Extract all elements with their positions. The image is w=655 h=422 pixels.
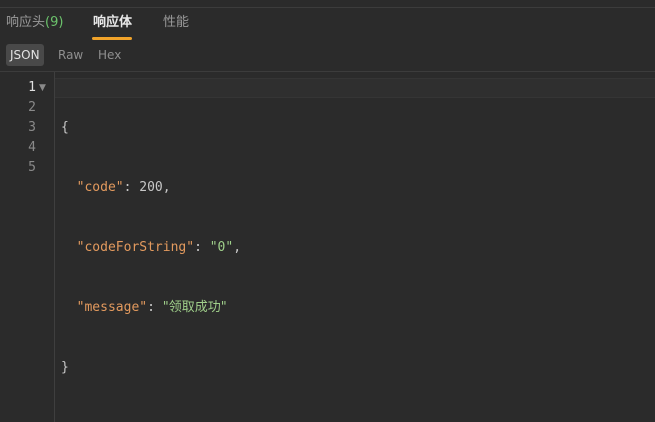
json-close-brace: }: [61, 360, 69, 375]
json-string-value: "0": [209, 240, 234, 255]
line-number-gutter: 1 ▼ 2 3 4 5: [0, 72, 55, 422]
header-count-badge: (9): [45, 15, 64, 30]
tab-response-body-label: 响应体: [93, 15, 133, 30]
json-string-value: "领取成功": [162, 300, 227, 315]
format-raw-button[interactable]: Raw: [58, 44, 83, 66]
json-key: "message": [76, 300, 148, 315]
format-hex-button[interactable]: Hex: [98, 44, 121, 66]
response-tabs: 响应头(9) 响应体 性能: [0, 8, 655, 40]
code-line: "code": 200,: [61, 178, 241, 198]
tab-performance-label: 性能: [163, 15, 190, 30]
tab-performance[interactable]: 性能: [163, 15, 189, 31]
line-number: 1: [28, 80, 36, 95]
json-colon: :: [123, 180, 140, 195]
format-switcher: JSON Raw Hex: [0, 44, 655, 66]
line-number: 2: [28, 100, 36, 115]
json-comma: ,: [233, 240, 242, 255]
line-number: 5: [28, 160, 36, 175]
code-content[interactable]: { "code": 200, "codeForString": "0", "me…: [61, 78, 241, 418]
json-number-value: 200: [139, 180, 163, 195]
json-colon: :: [147, 300, 163, 315]
tab-response-headers-label: 响应头: [6, 15, 46, 30]
response-panel: 响应头(9) 响应体 性能 JSON Raw Hex 1 ▼ 2 3 4 5 {…: [0, 0, 655, 422]
format-json-button[interactable]: JSON: [6, 44, 44, 66]
tab-response-body[interactable]: 响应体: [93, 15, 132, 31]
line-number: 4: [28, 140, 36, 155]
code-line: }: [61, 358, 241, 378]
code-line: {: [61, 118, 241, 138]
fold-triangle-down-icon[interactable]: ▼: [39, 78, 49, 98]
active-tab-indicator: [92, 37, 132, 40]
tab-response-headers[interactable]: 响应头(9): [6, 15, 63, 31]
code-line: "message": "领取成功": [61, 298, 241, 318]
json-comma: ,: [162, 180, 171, 195]
json-colon: :: [194, 240, 210, 255]
code-line: "codeForString": "0",: [61, 238, 241, 258]
json-key: "code": [76, 180, 124, 195]
line-number: 3: [28, 120, 36, 135]
json-editor[interactable]: 1 ▼ 2 3 4 5 { "code": 200, "codeForStrin…: [0, 72, 655, 422]
json-open-brace: {: [61, 120, 69, 135]
json-key: "codeForString": [76, 240, 195, 255]
